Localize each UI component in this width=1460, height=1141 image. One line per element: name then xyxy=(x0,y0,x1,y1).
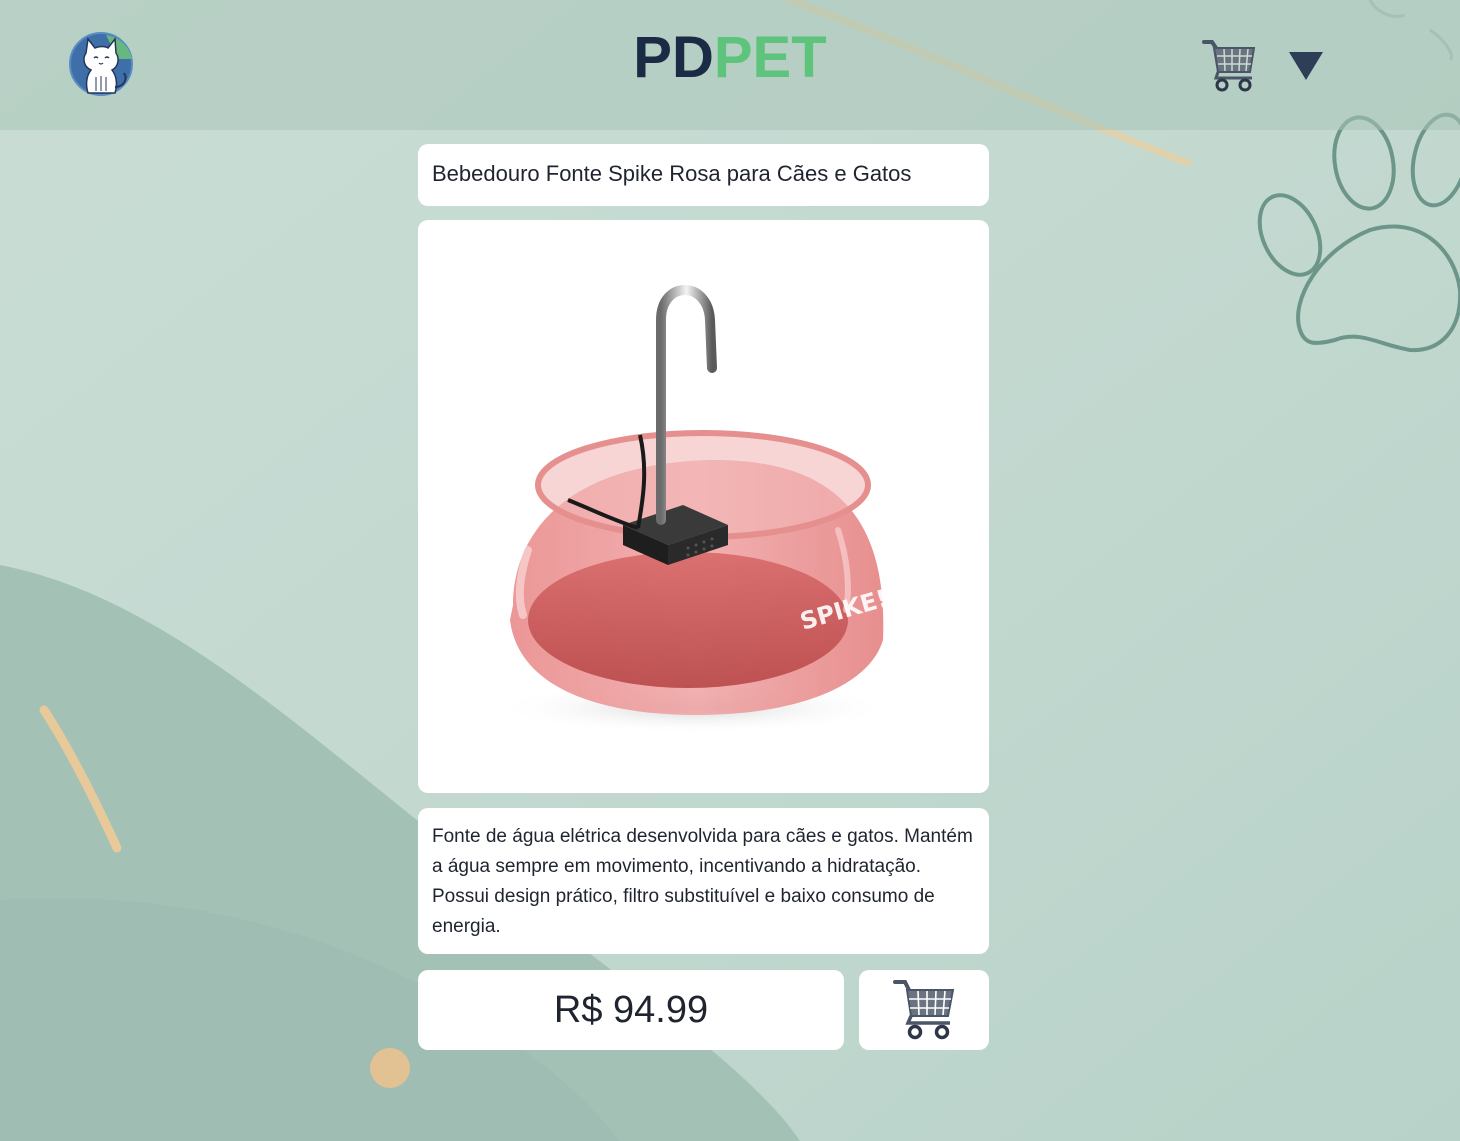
water-fountain-image: SPIKE! xyxy=(493,285,893,734)
cart-icon[interactable] xyxy=(1202,38,1258,92)
brand-text-pet: PET xyxy=(713,25,827,90)
product-price: R$ 94.99 xyxy=(553,988,709,1031)
product-description-card: Fonte de água elétrica desenvolvida para… xyxy=(418,808,989,954)
brand-text-pd: PD xyxy=(633,25,714,90)
product-title: Bebedouro Fonte Spike Rosa para Cães e G… xyxy=(432,161,912,186)
product-image: SPIKE! xyxy=(418,220,989,793)
cart-icon xyxy=(893,980,955,1040)
product-description: Fonte de água elétrica desenvolvida para… xyxy=(432,826,973,937)
product-title-card: Bebedouro Fonte Spike Rosa para Cães e G… xyxy=(418,144,989,206)
add-to-cart-button[interactable] xyxy=(859,970,989,1050)
triangle-down-icon[interactable] xyxy=(1287,50,1325,82)
top-header: PDPET xyxy=(0,0,1460,130)
price-card: R$ 94.99 xyxy=(418,970,844,1050)
